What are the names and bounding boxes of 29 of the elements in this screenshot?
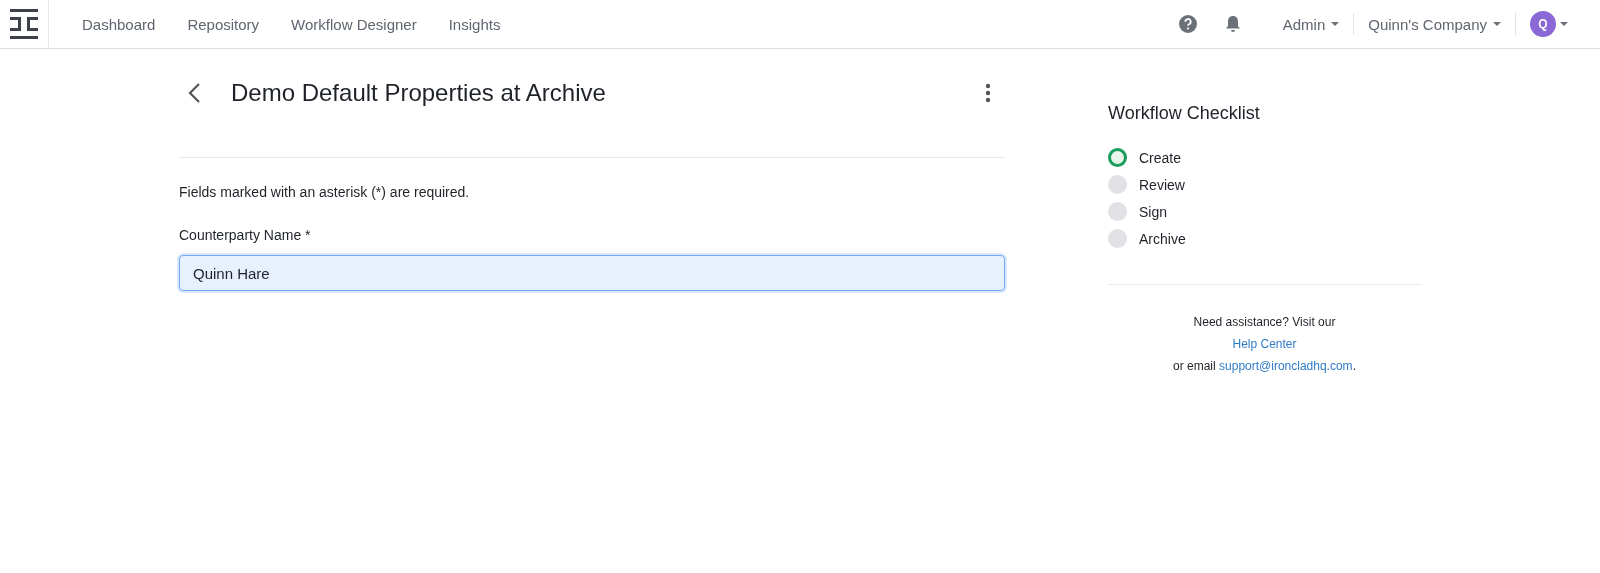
counterparty-name-field[interactable]: Quinn Hare	[179, 255, 1005, 291]
step-label: Sign	[1139, 203, 1168, 220]
bell-icon[interactable]	[1224, 15, 1241, 33]
back-icon[interactable]	[187, 82, 201, 104]
help-text: Need assistance? Visit our	[1192, 315, 1337, 329]
step-label: Review	[1139, 176, 1185, 193]
logo-icon[interactable]	[10, 9, 38, 39]
page-title: Demo Default Properties at Archive	[231, 79, 607, 107]
nav-link[interactable]: Repository	[187, 15, 260, 33]
checklist-title: Workflow Checklist	[1108, 103, 1261, 124]
account-menu[interactable]: Q	[1516, 11, 1582, 37]
help-center-link[interactable]: Help Center	[1232, 337, 1297, 351]
email-link[interactable]: support@ironcladhq.com	[1219, 359, 1353, 373]
nav-link[interactable]: Dashboard	[82, 15, 156, 33]
avatar: Q	[1530, 11, 1556, 37]
step-label: Archive	[1139, 230, 1186, 247]
email-text: or email support@ironcladhq.com.	[1172, 359, 1357, 373]
caret-icon	[1331, 22, 1340, 26]
required-note: Fields marked with an asterisk (*) are required.	[179, 184, 471, 200]
step-label: Create	[1139, 149, 1182, 166]
nav-link[interactable]: Insights	[448, 15, 501, 33]
caret-icon	[1560, 22, 1568, 26]
field-label: Counterparty Name *	[179, 227, 312, 243]
help-icon[interactable]	[1178, 15, 1197, 33]
admin-menu[interactable]: Admin	[1268, 15, 1354, 33]
nav-link[interactable]: Workflow Designer	[291, 15, 417, 33]
company-menu[interactable]: Quinn's Company	[1354, 15, 1515, 33]
caret-icon	[1493, 22, 1501, 26]
more-icon[interactable]	[985, 83, 991, 103]
